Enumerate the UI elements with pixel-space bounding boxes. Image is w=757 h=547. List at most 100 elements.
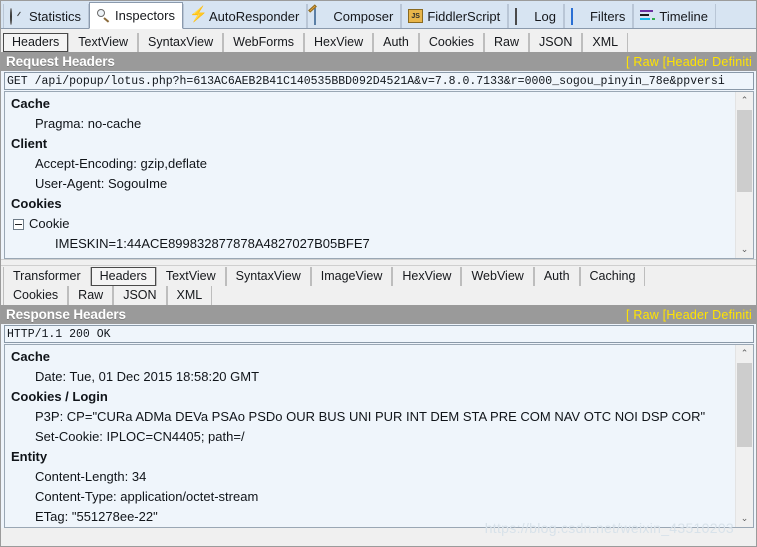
request-node-group[interactable]: Cookies: [9, 194, 736, 214]
javascript-icon: [408, 9, 423, 24]
request-tab-textview[interactable]: TextView: [68, 33, 138, 52]
lightning-bolt-icon: [190, 9, 205, 24]
request-tab-json[interactable]: JSON: [529, 33, 582, 52]
request-header-links[interactable]: [ Raw [Header Definiti: [626, 55, 752, 69]
request-headers-bar: Request Headers [ Raw [Header Definiti: [1, 52, 756, 71]
pencil-notepad-icon: [314, 9, 329, 24]
request-tab-syntaxview[interactable]: SyntaxView: [138, 33, 223, 52]
scroll-up-icon[interactable]: ⌃: [736, 345, 753, 362]
request-node-leaf[interactable]: IMESKIN=1:44ACE899832877878A4827027B05BF…: [9, 234, 736, 254]
response-header-links[interactable]: [ Raw [Header Definiti: [626, 308, 752, 322]
response-node-leaf[interactable]: Content-Length: 34: [9, 467, 736, 487]
pane-splitter[interactable]: [1, 259, 756, 266]
response-headers-tree[interactable]: Cache Date: Tue, 01 Dec 2015 18:58:20 GM…: [5, 345, 736, 527]
response-tab-caching[interactable]: Caching: [580, 267, 646, 286]
request-tree-scrollbar[interactable]: ⌃ ⌄: [735, 92, 753, 258]
response-tab-transformer[interactable]: Transformer: [3, 267, 91, 286]
response-tree-scrollbar[interactable]: ⌃ ⌄: [735, 345, 753, 527]
response-headers-title: Response Headers: [6, 307, 126, 322]
main-tab-strip: Statistics Inspectors AutoResponder Comp…: [1, 1, 756, 29]
request-node-cookie[interactable]: Cookie: [9, 214, 736, 234]
scroll-down-icon[interactable]: ⌄: [736, 510, 753, 527]
response-node-group[interactable]: Cookies / Login: [9, 387, 736, 407]
tab-statistics[interactable]: Statistics: [3, 4, 89, 28]
tab-fiddlerscript-label: FiddlerScript: [427, 9, 500, 24]
scroll-down-icon[interactable]: ⌄: [736, 241, 753, 258]
response-tab-headers-label: Headers: [100, 269, 147, 283]
request-line[interactable]: GET /api/popup/lotus.php?h=613AC6AEB2B41…: [4, 72, 754, 90]
request-tab-xml[interactable]: XML: [582, 33, 628, 52]
request-tab-hexview-label: HexView: [314, 35, 363, 49]
request-node-leaf[interactable]: Accept-Encoding: gzip,deflate: [9, 154, 736, 174]
tab-inspectors[interactable]: Inspectors: [89, 2, 183, 29]
request-tab-strip: Headers TextView SyntaxView WebForms Hex…: [1, 29, 756, 52]
magnifier-icon: [96, 8, 111, 23]
response-node-leaf[interactable]: Content-Type: application/octet-stream: [9, 487, 736, 507]
tab-composer[interactable]: Composer: [307, 4, 401, 28]
response-tab-auth[interactable]: Auth: [534, 267, 580, 286]
response-node-leaf[interactable]: Set-Cookie: IPLOC=CN4405; path=/: [9, 427, 736, 447]
response-headers-bar: Response Headers [ Raw [Header Definiti: [1, 305, 756, 324]
tab-filters-label: Filters: [590, 9, 625, 24]
response-node-group[interactable]: Entity: [9, 447, 736, 467]
response-headers-tree-wrap: Cache Date: Tue, 01 Dec 2015 18:58:20 GM…: [4, 344, 754, 528]
request-tab-cookies[interactable]: Cookies: [419, 33, 484, 52]
response-tab-imageview-label: ImageView: [321, 269, 383, 283]
response-node-group[interactable]: Cache: [9, 347, 736, 367]
scrollbar-thumb[interactable]: [737, 110, 752, 192]
request-tab-syntaxview-label: SyntaxView: [148, 35, 213, 49]
response-tab-transformer-label: Transformer: [13, 269, 81, 283]
tab-log[interactable]: Log: [508, 4, 564, 28]
tab-timeline[interactable]: Timeline: [633, 4, 716, 28]
request-tab-hexview[interactable]: HexView: [304, 33, 373, 52]
request-pane: Request Headers [ Raw [Header Definiti G…: [1, 52, 756, 259]
request-headers-title: Request Headers: [6, 54, 115, 69]
response-status-line[interactable]: HTTP/1.1 200 OK: [4, 325, 754, 343]
response-tab-json[interactable]: JSON: [113, 286, 166, 305]
collapse-toggle-icon[interactable]: [13, 219, 24, 230]
request-node-group[interactable]: Client: [9, 134, 736, 154]
request-tab-raw[interactable]: Raw: [484, 33, 529, 52]
response-tab-syntaxview[interactable]: SyntaxView: [226, 267, 311, 286]
response-tab-auth-label: Auth: [544, 269, 570, 283]
response-tab-webview[interactable]: WebView: [461, 267, 533, 286]
tab-timeline-label: Timeline: [659, 9, 708, 24]
request-node-leaf[interactable]: IMESKINID=3,402813: [9, 254, 736, 258]
response-tab-textview-label: TextView: [166, 269, 216, 283]
request-node-leaf[interactable]: User-Agent: SogouIme: [9, 174, 736, 194]
response-node-leaf[interactable]: P3P: CP="CURa ADMa DEVa PSAo PSDo OUR BU…: [9, 407, 736, 427]
response-node-leaf[interactable]: Date: Tue, 01 Dec 2015 18:58:20 GMT: [9, 367, 736, 387]
response-tab-json-label: JSON: [123, 288, 156, 302]
request-tab-xml-label: XML: [592, 35, 618, 49]
request-node-group[interactable]: Cache: [9, 94, 736, 114]
tab-filters[interactable]: Filters: [564, 4, 633, 28]
response-tab-raw[interactable]: Raw: [68, 286, 113, 305]
request-tab-headers-label: Headers: [12, 35, 59, 49]
response-tab-hexview-label: HexView: [402, 269, 451, 283]
request-tab-auth[interactable]: Auth: [373, 33, 419, 52]
request-node-leaf[interactable]: Pragma: no-cache: [9, 114, 736, 134]
request-tab-webforms[interactable]: WebForms: [223, 33, 304, 52]
response-tab-imageview[interactable]: ImageView: [311, 267, 393, 286]
tab-autoresponder-label: AutoResponder: [209, 9, 299, 24]
request-tab-headers[interactable]: Headers: [3, 33, 68, 52]
tab-fiddlerscript[interactable]: FiddlerScript: [401, 4, 508, 28]
response-tab-headers[interactable]: Headers: [91, 267, 156, 286]
tab-composer-label: Composer: [333, 9, 393, 24]
response-tab-xml[interactable]: XML: [167, 286, 213, 305]
tab-statistics-label: Statistics: [29, 9, 81, 24]
response-node-leaf[interactable]: ETag: "551278ee-22": [9, 507, 736, 527]
response-tab-cookies[interactable]: Cookies: [3, 286, 68, 305]
request-headers-tree-wrap: Cache Pragma: no-cache Client Accept-Enc…: [4, 91, 754, 259]
request-tab-auth-label: Auth: [383, 35, 409, 49]
response-tab-textview[interactable]: TextView: [156, 267, 226, 286]
scroll-up-icon[interactable]: ⌃: [736, 92, 753, 109]
response-tab-strip: Transformer Headers TextView SyntaxView …: [1, 266, 756, 305]
tab-autoresponder[interactable]: AutoResponder: [183, 4, 307, 28]
response-tab-webview-label: WebView: [471, 269, 523, 283]
scrollbar-thumb[interactable]: [737, 363, 752, 447]
request-headers-tree[interactable]: Cache Pragma: no-cache Client Accept-Enc…: [5, 92, 736, 258]
response-tab-xml-label: XML: [177, 288, 203, 302]
response-tab-hexview[interactable]: HexView: [392, 267, 461, 286]
document-icon: [515, 9, 530, 24]
